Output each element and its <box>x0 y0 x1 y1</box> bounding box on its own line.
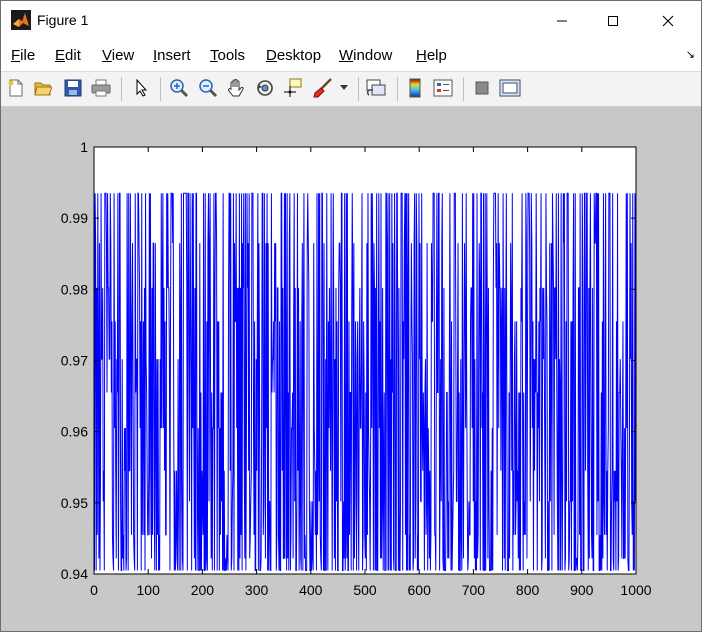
select-arrow-icon <box>136 79 148 97</box>
minimize-button[interactable] <box>539 1 585 41</box>
new-figure-icon <box>8 79 23 97</box>
link-plot-button[interactable] <box>365 77 387 99</box>
toolbar-separator <box>397 77 398 101</box>
open-file-button[interactable] <box>32 77 54 99</box>
toolbar-separator <box>160 77 161 101</box>
y-tick-label: 0.95 <box>61 495 88 511</box>
x-tick-label: 900 <box>570 582 594 598</box>
zoom-out-icon <box>199 79 218 98</box>
toolbar-separator <box>358 77 359 101</box>
show-plot-tools-icon <box>499 79 521 97</box>
menu-tools[interactable]: Tools <box>210 47 245 64</box>
brush-button[interactable] <box>312 77 334 99</box>
edit-plot-button[interactable] <box>130 77 152 99</box>
close-button[interactable] <box>645 1 691 41</box>
figure-window: Figure 1 File Edit View Insert Tools Des… <box>0 0 702 632</box>
menu-edit[interactable]: Edit <box>55 47 81 64</box>
brush-icon <box>313 78 332 98</box>
x-tick-label: 0 <box>90 582 98 598</box>
close-icon <box>662 15 674 27</box>
menu-bar: File Edit View Insert Tools Desktop Wind… <box>1 41 701 71</box>
menu-file[interactable]: File <box>11 47 35 64</box>
y-tick-label: 0.98 <box>61 281 88 297</box>
menu-view[interactable]: View <box>102 47 134 64</box>
hide-plot-tools-icon <box>475 81 489 95</box>
toolbar-separator <box>121 77 122 101</box>
x-tick-label: 200 <box>191 582 215 598</box>
x-tick-label: 600 <box>408 582 432 598</box>
legend-icon <box>433 79 453 97</box>
y-tick-label: 0.94 <box>61 566 88 582</box>
pan-hand-icon <box>228 79 244 97</box>
zoom-out-button[interactable] <box>197 77 219 99</box>
dock-figure-icon[interactable]: ↘ <box>686 48 695 61</box>
insert-legend-button[interactable] <box>432 77 454 99</box>
y-tick-label: 0.97 <box>61 353 88 369</box>
zoom-in-button[interactable] <box>168 77 190 99</box>
x-tick-label: 100 <box>137 582 161 598</box>
pan-button[interactable] <box>225 77 247 99</box>
y-tick-label: 1 <box>80 139 88 155</box>
brush-dropdown[interactable] <box>337 77 351 99</box>
menu-help[interactable]: Help <box>416 47 447 64</box>
y-tick-label: 0.96 <box>61 424 88 440</box>
rotate-3d-button[interactable] <box>254 77 276 99</box>
x-tick-label: 400 <box>299 582 323 598</box>
minimize-icon <box>557 20 567 22</box>
figure-canvas: 0 100 200 300 400 500 600 700 800 900 1000 0.94 0.95… <box>1 107 701 631</box>
brush-dropdown-icon <box>340 85 348 90</box>
insert-colorbar-button[interactable] <box>404 77 426 99</box>
menu-window[interactable]: Window <box>339 47 392 64</box>
data-cursor-button[interactable] <box>282 77 304 99</box>
toolbar-separator <box>463 77 464 101</box>
print-icon <box>91 79 111 97</box>
menu-desktop[interactable]: Desktop <box>266 47 321 64</box>
data-cursor-icon <box>284 78 302 97</box>
save-button[interactable] <box>62 77 84 99</box>
x-tick-label: 700 <box>462 582 486 598</box>
plot-svg: 0 100 200 300 400 500 600 700 800 900 1000 0.94 0.95… <box>61 139 652 598</box>
matlab-logo-icon <box>11 10 31 30</box>
y-tick-label: 0.99 <box>61 210 88 226</box>
title-bar[interactable]: Figure 1 <box>1 1 701 41</box>
open-file-icon <box>34 82 52 96</box>
print-button[interactable] <box>90 77 112 99</box>
x-tick-label: 800 <box>516 582 540 598</box>
zoom-in-icon <box>170 79 189 98</box>
save-icon <box>64 79 82 97</box>
x-tick-label: 500 <box>353 582 377 598</box>
window-title: Figure 1 <box>37 12 89 28</box>
rotate-3d-icon <box>257 80 273 96</box>
show-plot-tools-button[interactable] <box>499 77 521 99</box>
menu-insert[interactable]: Insert <box>153 47 191 64</box>
maximize-button[interactable] <box>590 1 636 41</box>
figure-toolbar <box>1 71 701 107</box>
new-figure-button[interactable] <box>5 77 27 99</box>
hide-plot-tools-button[interactable] <box>471 77 493 99</box>
maximize-icon <box>608 16 618 26</box>
colorbar-icon <box>409 78 421 98</box>
x-tick-label: 1000 <box>620 582 651 598</box>
link-plot-icon <box>366 79 386 96</box>
x-tick-label: 300 <box>245 582 269 598</box>
